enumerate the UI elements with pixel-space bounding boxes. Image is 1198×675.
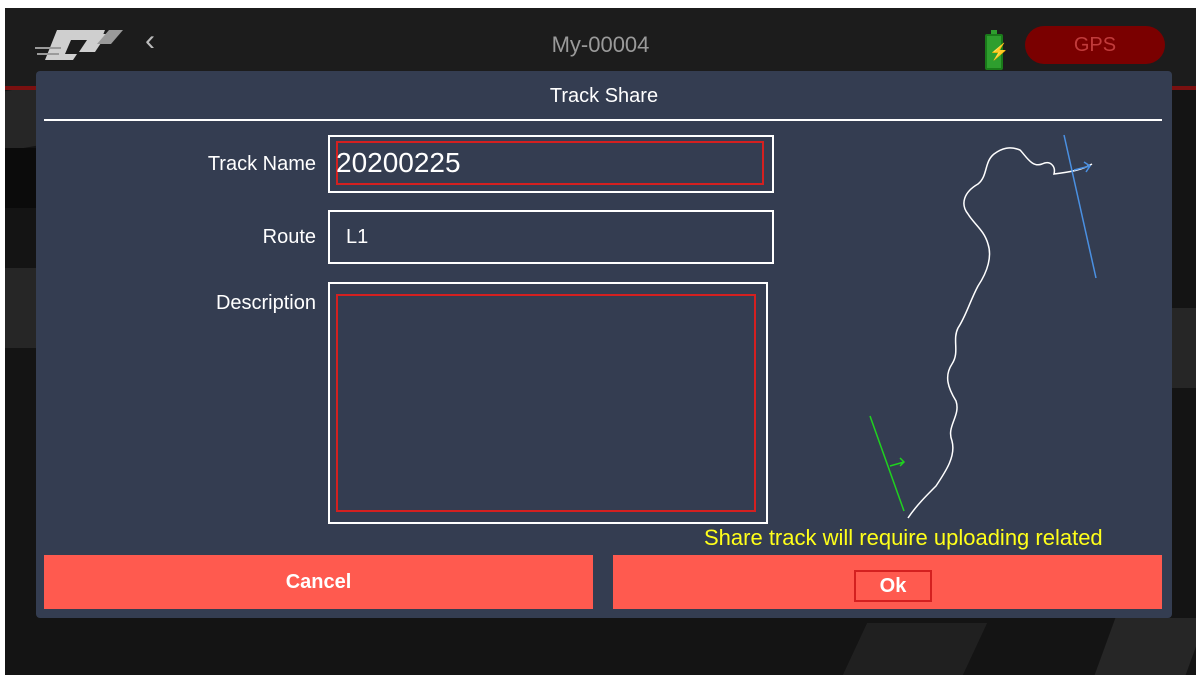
track-name-input[interactable]: 20200225 — [336, 147, 461, 179]
app-screen: ‹ My-00004 ⚡ GPS Track Share Track Name … — [5, 8, 1196, 675]
ok-button[interactable]: Ok — [854, 570, 932, 602]
background-flag — [1094, 618, 1196, 675]
description-label: Description — [215, 292, 316, 314]
start-direction-icon — [889, 457, 906, 467]
track-share-dialog: Track Share Track Name 20200225 Route L1… — [36, 71, 1172, 618]
track-map — [869, 134, 1097, 519]
background-flag — [842, 623, 988, 675]
description-field[interactable] — [328, 282, 768, 524]
dialog-title: Track Share — [549, 85, 659, 107]
title-divider — [44, 119, 1162, 121]
share-warning: Share track will require uploading relat… — [704, 525, 1103, 550]
cancel-button[interactable]: Cancel — [44, 555, 593, 609]
finish-line — [1063, 134, 1097, 279]
page-title: My-00004 — [551, 32, 650, 57]
route-value: L1 — [346, 226, 369, 248]
track-name-label: Track Name — [207, 153, 316, 175]
battery-charging-icon: ⚡ — [985, 30, 1009, 70]
gps-button[interactable]: GPS — [1025, 26, 1165, 64]
track-name-field[interactable]: 20200225 — [328, 135, 774, 193]
route-field[interactable]: L1 — [328, 210, 774, 264]
route-label: Route — [262, 226, 316, 248]
description-input[interactable] — [336, 294, 756, 512]
